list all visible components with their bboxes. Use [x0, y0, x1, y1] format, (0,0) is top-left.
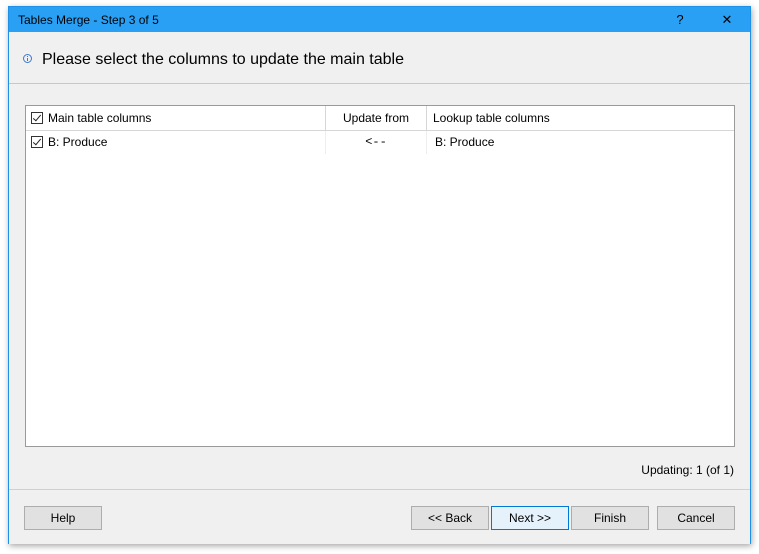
- step-instruction: Please select the columns to update the …: [42, 51, 404, 68]
- next-button[interactable]: Next >>: [491, 506, 569, 530]
- select-all-checkbox[interactable]: [31, 112, 43, 124]
- finish-button[interactable]: Finish: [571, 506, 649, 530]
- column-mapping-grid: Main table columns Update from Lookup ta…: [25, 105, 735, 447]
- column-header-main-label: Main table columns: [48, 111, 152, 125]
- button-bar: Help << Back Next >> Finish Cancel: [9, 489, 750, 544]
- cancel-button[interactable]: Cancel: [657, 506, 735, 530]
- update-status: Updating: 1 (of 1): [641, 463, 734, 477]
- column-header-lookup: Lookup table columns: [433, 111, 550, 125]
- tables-merge-dialog: Tables Merge - Step 3 of 5 ? ✕ Please se…: [8, 6, 751, 544]
- column-header-update-from: Update from: [326, 106, 427, 130]
- close-icon[interactable]: ✕: [705, 7, 749, 32]
- back-button[interactable]: << Back: [411, 506, 489, 530]
- window-title: Tables Merge - Step 3 of 5: [18, 13, 159, 27]
- row-checkbox[interactable]: [31, 136, 43, 148]
- table-row[interactable]: B: Produce <-- B: Produce: [26, 131, 734, 154]
- help-icon[interactable]: ?: [658, 7, 702, 32]
- row-main-column: B: Produce: [48, 135, 108, 149]
- info-icon: [23, 54, 32, 63]
- column-header-main: Main table columns: [26, 106, 326, 130]
- title-bar[interactable]: Tables Merge - Step 3 of 5 ? ✕: [9, 7, 750, 32]
- help-button[interactable]: Help: [24, 506, 102, 530]
- row-main-cell: B: Produce: [26, 131, 326, 154]
- row-update-arrow: <--: [326, 131, 427, 154]
- step-header: Please select the columns to update the …: [9, 32, 750, 84]
- grid-header: Main table columns Update from Lookup ta…: [26, 106, 734, 131]
- row-lookup-column[interactable]: B: Produce: [427, 131, 734, 154]
